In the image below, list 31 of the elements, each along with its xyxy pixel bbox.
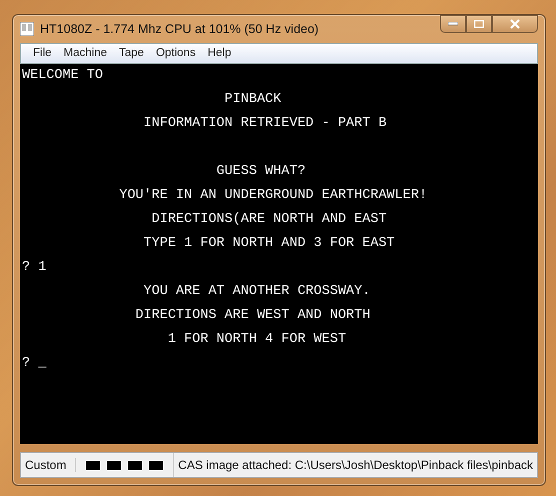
menu-item[interactable]: File [27,47,58,60]
screen-text-line: TYPE 1 FOR NORTH AND 3 FOR EAST [142,234,396,253]
maximize-icon [474,20,484,28]
screen-text-line: INFORMATION RETRIEVED - PART B [142,114,388,133]
screen-text-line: DIRECTIONS(ARE NORTH AND EAST [150,210,388,229]
close-button[interactable] [492,15,538,33]
screen-text-line: WELCOME TO [22,66,104,85]
indicator-light [128,460,142,470]
indicator-light [107,460,122,470]
screen-text-line: ? _ [22,354,48,373]
screen-text-line: YOU ARE AT ANOTHER CROSSWAY. [142,282,372,301]
screen-text-line: GUESS WHAT? [215,162,307,181]
indicator-light [86,460,100,470]
menu-item[interactable]: Machine [58,47,113,60]
screen-text-line: ? 1 [22,258,48,277]
screen-text-line: DIRECTIONS ARE WEST AND NORTH [134,306,372,325]
screen-text-line: YOU'RE IN AN UNDERGROUND EARTHCRAWLER! [118,186,428,205]
indicator-light [149,460,164,470]
minimize-icon [448,22,458,26]
maximize-button[interactable] [466,15,492,33]
minimize-button[interactable] [440,15,466,33]
window-title: HT1080Z - 1.774 Mhz CPU at 101% (50 Hz video) [40,22,320,36]
close-icon [510,19,520,29]
screen-text-line: 1 FOR NORTH 4 FOR WEST [166,330,348,349]
screen-text-line: PINBACK [224,90,282,109]
status-message: CAS image attached: C:\Users\Josh\Desktop\Pinback files\pinback [177,458,534,472]
app-icon [20,22,34,36]
menu-item[interactable]: Help [202,47,238,60]
menu-item[interactable]: Options [150,47,202,60]
menu-item[interactable]: Tape [113,47,150,60]
mode-label: Custom [21,458,76,472]
